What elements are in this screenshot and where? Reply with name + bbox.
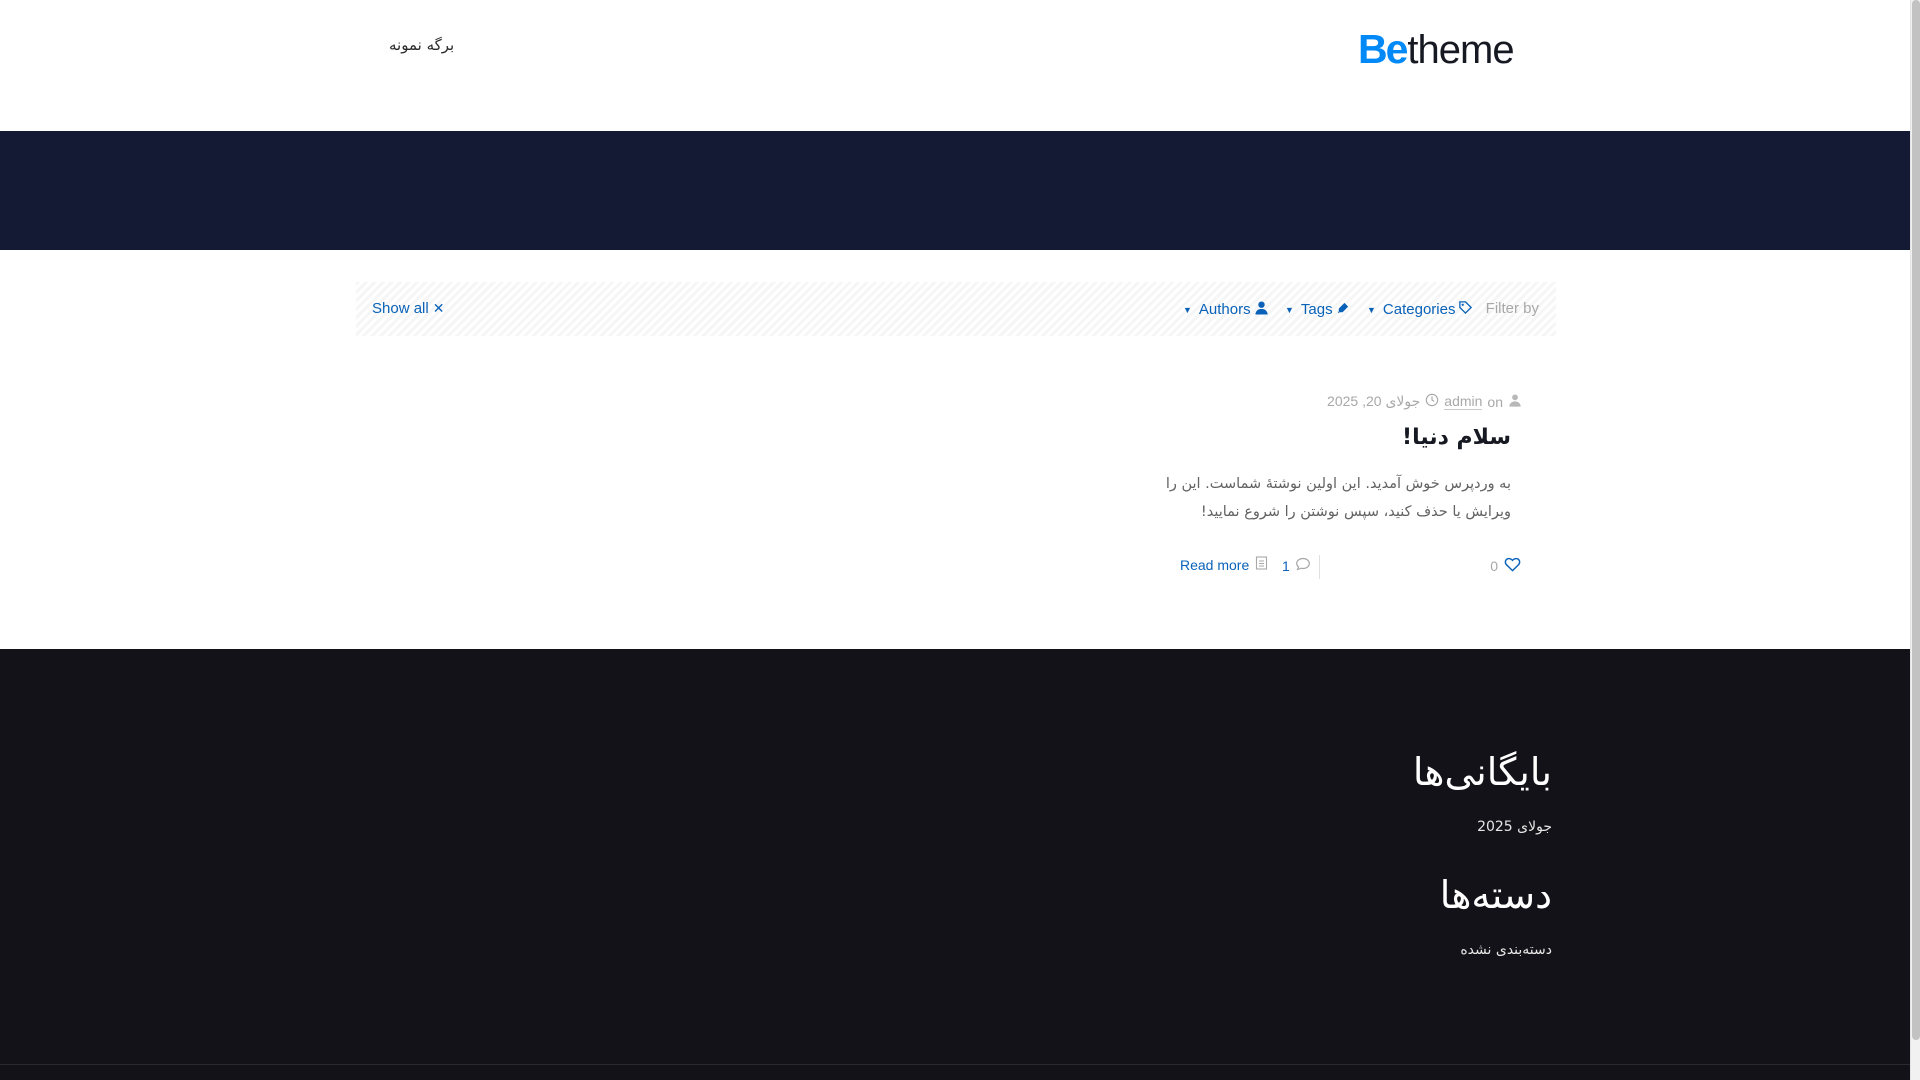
filter-tags-label: Tags [1300,301,1333,318]
caret-down-icon: ▼ [1285,304,1294,315]
page-scrollbar[interactable] [1910,0,1920,1080]
category-link-uncategorized[interactable]: دسته‌بندی نشده [1460,942,1552,958]
site-footer: بایگانی‌ها جولای 2025 دسته‌ها دسته‌بندی … [0,649,1910,1080]
user-icon [1508,393,1522,410]
site-header: برگه نمونه Be theme [0,0,1910,131]
read-more-link[interactable]: Read more [1180,556,1268,573]
post-date: جولای 20, 2025 [1327,393,1421,409]
filter-categories-button[interactable]: ▼ Categories [1367,300,1473,319]
site-logo[interactable]: Be theme [1358,26,1515,72]
show-all-label: Show all [372,300,429,317]
footer-divider [0,1064,1910,1065]
blog-filters-bar: Show all ✕ ▼ Authors ▼ Tags ▼ Categories… [356,282,1556,336]
filter-tags-button[interactable]: ▼ Tags [1285,300,1351,319]
comments-count: 1 [1282,557,1290,574]
logo-be: Be [1358,26,1408,72]
heart-icon [1504,556,1521,576]
subheader-banner [0,131,1910,250]
post-footer: Read more 1 0 [1180,554,1521,580]
user-icon [1254,300,1269,319]
logo-theme: theme [1407,28,1514,72]
show-all-button[interactable]: Show all ✕ [372,300,444,317]
comment-icon [1295,556,1311,575]
archives-link-july-2025[interactable]: جولای 2025 [1477,819,1552,835]
post-by-label: on [1487,393,1503,410]
archives-widget-title: بایگانی‌ها [1412,750,1552,794]
document-icon [1255,556,1268,573]
likes-count: 0 [1490,558,1498,574]
comments-link[interactable]: 1 [1282,556,1311,575]
caret-down-icon: ▼ [1183,304,1192,315]
close-icon: ✕ [432,300,445,316]
post-footer-divider [1319,555,1320,579]
filter-authors-label: Authors [1198,301,1251,318]
filter-authors-button[interactable]: ▼ Authors [1183,300,1269,319]
post-title[interactable]: سلام دنیا! [1402,425,1511,450]
caret-down-icon: ▼ [1367,304,1376,315]
like-button[interactable]: 0 [1490,556,1521,576]
nav-item-sample-page[interactable]: برگه نمونه [389,36,454,54]
tag-icon [1336,300,1351,319]
filter-by-label: Filter by [1485,300,1539,317]
read-more-label: Read more [1180,556,1250,573]
page: برگه نمونه Be theme Show all ✕ ▼ Authors… [0,0,1910,1080]
scrollbar-thumb[interactable] [1912,0,1920,1040]
category-tag-icon [1458,300,1473,319]
post-excerpt: به وردپرس خوش آمدید. این اولین نوشتهٔ شم… [1165,476,1511,520]
post-author-link[interactable]: admin [1444,393,1483,410]
categories-widget-title: دسته‌ها [1439,873,1552,917]
filter-categories-label: Categories [1382,301,1456,318]
post-meta: جولای 20, 2025 admin on [1327,393,1522,410]
clock-icon [1425,393,1439,410]
